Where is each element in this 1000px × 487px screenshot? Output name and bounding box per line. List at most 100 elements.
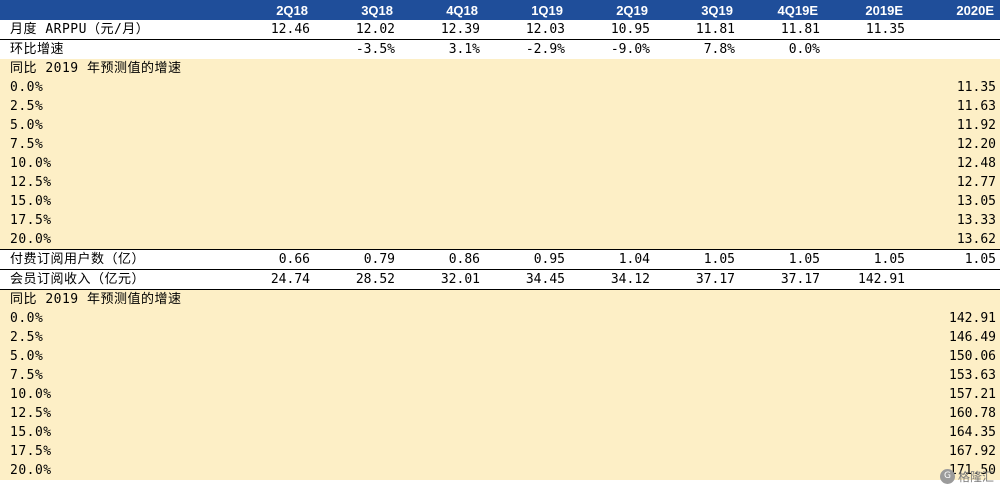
section2-header-row: 同比 2019 年预测值的增速	[0, 289, 1000, 309]
growth-rate-label: 15.0%	[0, 192, 229, 211]
section1-row: 12.5% 12.77	[0, 173, 1000, 192]
revenue-2020e-value: 164.35	[909, 423, 1000, 442]
table-cell: 10.95	[569, 20, 654, 40]
revenue-2020e-value: 160.78	[909, 404, 1000, 423]
section2-row: 17.5% 167.92	[0, 442, 1000, 461]
table-cell: -9.0%	[569, 39, 654, 59]
section1-row: 15.0% 13.05	[0, 192, 1000, 211]
section1-row: 0.0% 11.35	[0, 78, 1000, 97]
section-label: 同比 2019 年预测值的增速	[0, 289, 229, 309]
growth-rate-label: 20.0%	[0, 230, 229, 250]
table-cell: 0.0%	[739, 39, 824, 59]
paid-users-row: 付费订阅用户数（亿） 0.66 0.79 0.86 0.95 1.04 1.05…	[0, 249, 1000, 270]
table-cell: 11.81	[739, 20, 824, 40]
revenue-2020e-value: 157.21	[909, 385, 1000, 404]
growth-rate-label: 10.0%	[0, 385, 229, 404]
revenue-2020e-value: 167.92	[909, 442, 1000, 461]
revenue-2020e-value: 153.63	[909, 366, 1000, 385]
growth-rate-label: 2.5%	[0, 97, 229, 116]
table-cell: 3.1%	[399, 39, 484, 59]
table-cell: 1.04	[569, 249, 654, 270]
arppu-2020e-value: 13.62	[909, 230, 1000, 250]
table-cell: 0.95	[484, 249, 569, 270]
row-label: 付费订阅用户数（亿）	[0, 249, 229, 270]
table-cell	[229, 39, 314, 59]
row-label: 会员订阅收入（亿元）	[0, 269, 229, 290]
growth-rate-label: 15.0%	[0, 423, 229, 442]
growth-rate-label: 10.0%	[0, 154, 229, 173]
header-col-4q19e: 4Q19E	[739, 0, 824, 20]
table-header: 2Q18 3Q18 4Q18 1Q19 2Q19 3Q19 4Q19E 2019…	[0, 0, 1000, 20]
header-row: 2Q18 3Q18 4Q18 1Q19 2Q19 3Q19 4Q19E 2019…	[0, 0, 1000, 20]
arppu-2020e-value: 12.48	[909, 154, 1000, 173]
section1-row: 5.0% 11.92	[0, 116, 1000, 135]
arppu-row: 月度 ARPPU（元/月） 12.46 12.02 12.39 12.03 10…	[0, 20, 1000, 40]
forecast-table: 2Q18 3Q18 4Q18 1Q19 2Q19 3Q19 4Q19E 2019…	[0, 0, 1000, 480]
qoq-row: 环比增速 -3.5% 3.1% -2.9% -9.0% 7.8% 0.0%	[0, 39, 1000, 59]
section1-row: 17.5% 13.33	[0, 211, 1000, 230]
table-cell: 28.52	[314, 269, 399, 290]
table-cell	[909, 269, 1000, 290]
arppu-2020e-value: 12.77	[909, 173, 1000, 192]
row-label: 环比增速	[0, 39, 229, 59]
growth-rate-label: 5.0%	[0, 347, 229, 366]
arppu-2020e-value: 12.20	[909, 135, 1000, 154]
growth-rate-label: 7.5%	[0, 135, 229, 154]
table-cell: 1.05	[909, 249, 1000, 270]
table-cell: 0.66	[229, 249, 314, 270]
table-cell: 32.01	[399, 269, 484, 290]
section2-row: 10.0% 157.21	[0, 385, 1000, 404]
section2-row: 0.0% 142.91	[0, 309, 1000, 328]
section1-row: 10.0% 12.48	[0, 154, 1000, 173]
growth-rate-label: 5.0%	[0, 116, 229, 135]
growth-rate-label: 0.0%	[0, 309, 229, 328]
header-col-2q19: 2Q19	[569, 0, 654, 20]
table-cell	[909, 39, 1000, 59]
section1-header-row: 同比 2019 年预测值的增速	[0, 59, 1000, 78]
section2-row: 2.5% 146.49	[0, 328, 1000, 347]
growth-rate-label: 12.5%	[0, 173, 229, 192]
table-cell: 142.91	[824, 269, 909, 290]
section2-row: 15.0% 164.35	[0, 423, 1000, 442]
arppu-2020e-value: 11.35	[909, 78, 1000, 97]
growth-rate-label: 7.5%	[0, 366, 229, 385]
header-col-3q19: 3Q19	[654, 0, 739, 20]
table-cell: 24.74	[229, 269, 314, 290]
section2-row: 5.0% 150.06	[0, 347, 1000, 366]
header-col-2q18: 2Q18	[229, 0, 314, 20]
table-cell: 1.05	[739, 249, 824, 270]
section1-row: 20.0% 13.62	[0, 230, 1000, 250]
growth-rate-label: 20.0%	[0, 461, 229, 480]
table-cell: 1.05	[824, 249, 909, 270]
watermark: G 格隆汇	[939, 468, 994, 485]
header-col-1q19: 1Q19	[484, 0, 569, 20]
table-cell: 12.02	[314, 20, 399, 40]
section2-row: 20.0% 171.50	[0, 461, 1000, 480]
table-cell	[824, 39, 909, 59]
table-cell	[909, 20, 1000, 40]
table-cell: 12.39	[399, 20, 484, 40]
revenue-2020e-value: 150.06	[909, 347, 1000, 366]
table-cell: 11.35	[824, 20, 909, 40]
header-col-3q18: 3Q18	[314, 0, 399, 20]
table-cell: -2.9%	[484, 39, 569, 59]
growth-rate-label: 17.5%	[0, 211, 229, 230]
arppu-2020e-value: 11.92	[909, 116, 1000, 135]
table-cell: 12.03	[484, 20, 569, 40]
revenue-row: 会员订阅收入（亿元） 24.74 28.52 32.01 34.45 34.12…	[0, 269, 1000, 290]
growth-rate-label: 17.5%	[0, 442, 229, 461]
section1-row: 7.5% 12.20	[0, 135, 1000, 154]
section-label: 同比 2019 年预测值的增速	[0, 59, 229, 78]
growth-rate-label: 2.5%	[0, 328, 229, 347]
table-cell: 1.05	[654, 249, 739, 270]
table-cell: 34.12	[569, 269, 654, 290]
header-col-4q18: 4Q18	[399, 0, 484, 20]
table-cell: 11.81	[654, 20, 739, 40]
table-cell: 0.86	[399, 249, 484, 270]
table-cell: 34.45	[484, 269, 569, 290]
arppu-2020e-value: 13.05	[909, 192, 1000, 211]
arppu-2020e-value: 13.33	[909, 211, 1000, 230]
header-col-2020e: 2020E	[909, 0, 1000, 20]
section2-row: 7.5% 153.63	[0, 366, 1000, 385]
table-cell: 0.79	[314, 249, 399, 270]
